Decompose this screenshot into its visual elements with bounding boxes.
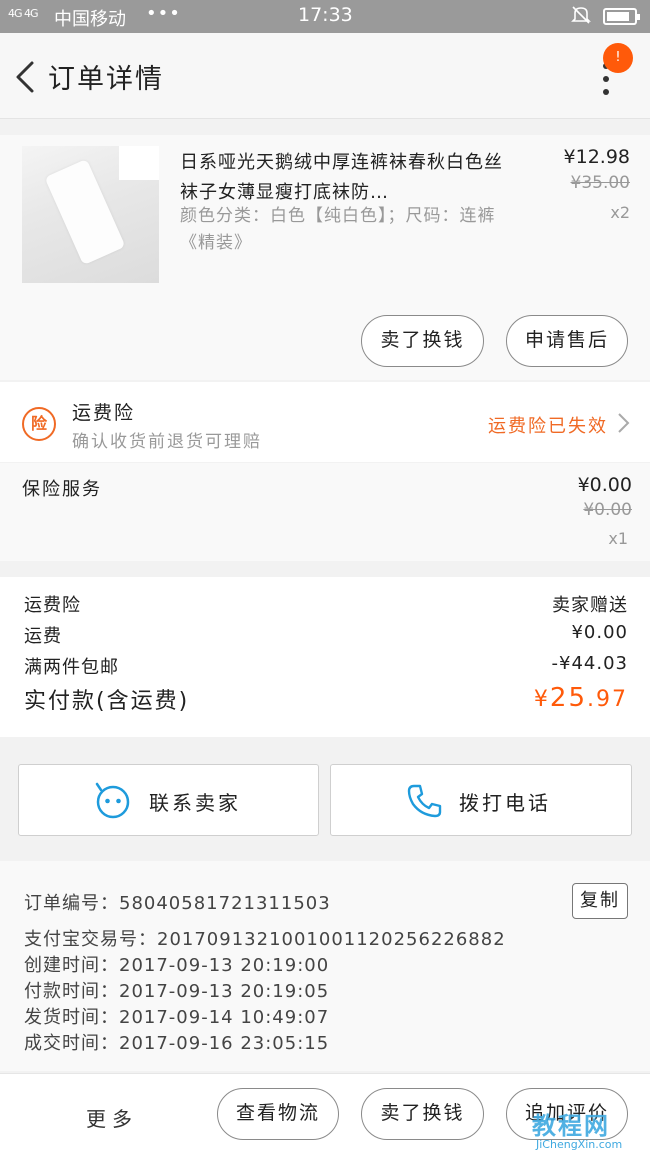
- sell-button[interactable]: 卖了换钱: [361, 315, 484, 367]
- contact-seller-label: 联系卖家: [149, 791, 241, 815]
- status-dots: •••: [146, 3, 181, 24]
- signal-indicator: 4G 4G: [8, 7, 39, 20]
- page-title: 订单详情: [48, 64, 164, 95]
- product-quantity: x2: [610, 203, 630, 222]
- call-phone-button[interactable]: 拨打电话: [330, 764, 632, 836]
- nav-bar: 订单详情 !: [0, 33, 650, 119]
- insurance-service-row: 保险服务 ¥0.00 ¥0.00 x1: [0, 463, 650, 561]
- alipay-number: 支付宝交易号：2017091321001001120256226882: [24, 929, 506, 950]
- product-title[interactable]: 日系哑光天鹅绒中厚连裤袜春秋白色丝袜子女薄显瘦打底袜防…: [180, 148, 510, 208]
- view-logistics-button[interactable]: 查看物流: [217, 1088, 339, 1140]
- site-watermark: 教程网 JiChengXin.com: [528, 1100, 650, 1155]
- summary-label: 运费: [24, 626, 62, 647]
- summary-row: 运费险 卖家赠送: [24, 591, 628, 617]
- notification-badge: !: [603, 43, 633, 73]
- summary-value: 卖家赠送: [552, 595, 628, 616]
- after-sale-button[interactable]: 申请售后: [506, 315, 628, 367]
- insurance-service-quantity: x1: [608, 529, 628, 548]
- carrier-name: 中国移动: [54, 9, 126, 30]
- status-bar: 4G 4G 中国移动 ••• 17:33: [0, 0, 650, 33]
- summary-row: 运费 ¥0.00: [24, 622, 628, 648]
- freight-insurance-title: 运费险: [72, 402, 136, 424]
- order-summary: 运费险 卖家赠送 运费 ¥0.00 满两件包邮 -¥44.03 实付款(含运费)…: [0, 577, 650, 737]
- product-spec: 颜色分类：白色【纯白色】；尺码：连裤《精装》: [180, 206, 496, 253]
- summary-row: 满两件包邮 -¥44.03: [24, 653, 628, 679]
- summary-label: 运费险: [24, 595, 81, 616]
- product-price: ¥12.98: [563, 146, 630, 168]
- summary-label: 满两件包邮: [24, 657, 119, 678]
- product-original-price: ¥35.00: [570, 173, 630, 193]
- summary-value: -¥44.03: [551, 653, 628, 674]
- call-phone-label: 拨打电话: [459, 791, 551, 815]
- back-arrow-icon[interactable]: [12, 60, 40, 94]
- battery-icon: [603, 8, 640, 25]
- order-info: 订单编号：58040581721311503 复制 支付宝交易号：2017091…: [0, 861, 650, 1071]
- freight-insurance-status: 运费险已失效: [488, 416, 608, 437]
- order-number: 订单编号：58040581721311503: [24, 893, 331, 914]
- product-thumbnail[interactable]: [22, 146, 159, 283]
- freight-insurance-subtitle: 确认收货前退货可理赔: [72, 432, 262, 452]
- total-paid-row: 实付款(含运费) ¥25.97: [24, 683, 628, 715]
- more-button[interactable]: 更多: [86, 1103, 138, 1132]
- summary-value: ¥0.00: [571, 622, 628, 643]
- completed-time: 成交时间：2017-09-16 23:05:15: [24, 1033, 330, 1054]
- mute-bell-icon: [570, 4, 592, 31]
- chat-bubble-icon: [95, 782, 130, 819]
- total-paid-amount: ¥25.97: [533, 683, 628, 713]
- product-card[interactable]: 日系哑光天鹅绒中厚连裤袜春秋白色丝袜子女薄显瘦打底袜防… 颜色分类：白色【纯白色…: [0, 135, 650, 380]
- created-time: 创建时间：2017-09-13 20:19:00: [24, 955, 330, 976]
- shipped-time: 发货时间：2017-09-14 10:49:07: [24, 1007, 330, 1028]
- watermark-url: JiChengXin.com: [536, 1138, 623, 1151]
- paid-time: 付款时间：2017-09-13 20:19:05: [24, 981, 330, 1002]
- copy-button[interactable]: 复制: [572, 883, 628, 919]
- watermark-logo: 教程网: [532, 1112, 610, 1140]
- insurance-service-title: 保险服务: [22, 479, 102, 500]
- insurance-icon: 险: [22, 407, 56, 441]
- phone-icon: [407, 784, 442, 818]
- total-paid-label: 实付款(含运费): [24, 689, 190, 714]
- freight-insurance-row[interactable]: 险 运费险 确认收货前退货可理赔 运费险已失效: [0, 382, 650, 462]
- sell-again-button[interactable]: 卖了换钱: [361, 1088, 484, 1140]
- contact-seller-button[interactable]: 联系卖家: [18, 764, 319, 836]
- status-time: 17:33: [298, 4, 353, 26]
- insurance-service-original-price: ¥0.00: [583, 500, 632, 520]
- chevron-right-icon: [618, 413, 630, 433]
- insurance-service-price: ¥0.00: [577, 474, 632, 496]
